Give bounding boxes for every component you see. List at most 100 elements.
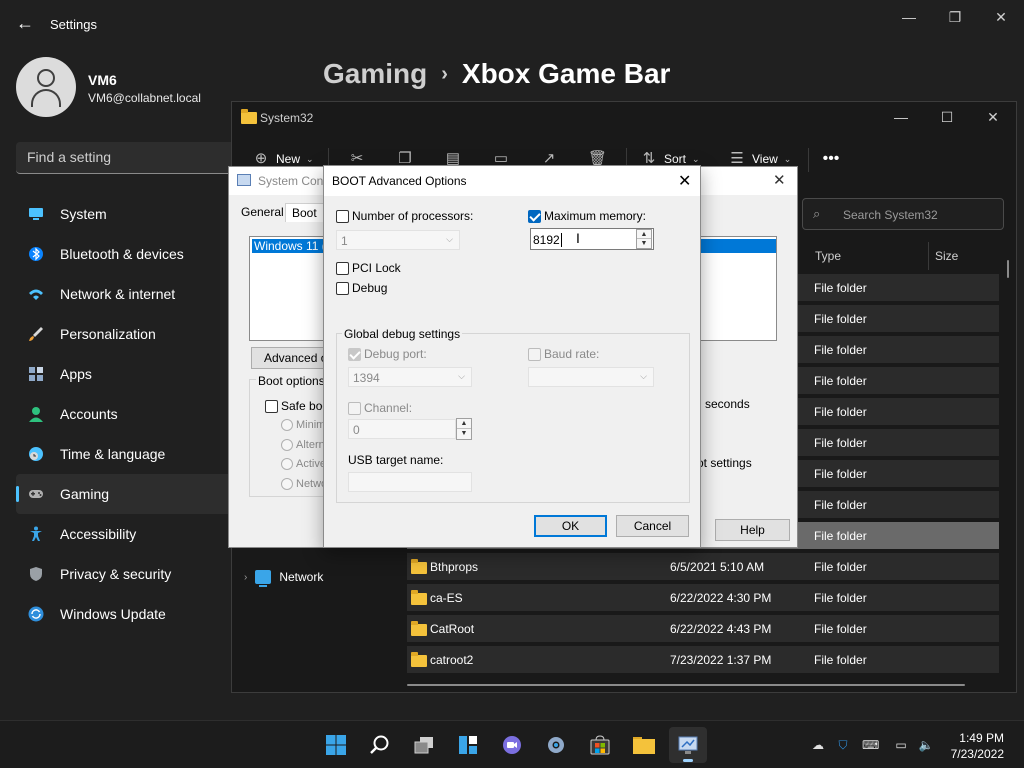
start-button[interactable]	[317, 727, 355, 763]
avatar[interactable]	[16, 57, 76, 117]
nav-label: Gaming	[60, 486, 110, 502]
column-header-size[interactable]: Size	[935, 249, 958, 263]
global-debug-label: Global debug settings	[342, 327, 463, 341]
chevron-down-icon: ⌄	[783, 153, 792, 164]
more-dots-icon: •••	[822, 150, 840, 167]
advanced-options-button[interactable]: Advanced op	[251, 347, 325, 369]
usb-target-input[interactable]	[348, 472, 472, 492]
file-date: 6/5/2021 5:10 AM	[670, 560, 765, 574]
minimize-icon[interactable]: —	[897, 8, 921, 26]
spinner-down-icon[interactable]: ▼	[457, 429, 471, 439]
chevron-down-icon: ⌵	[446, 234, 453, 244]
channel-spinner[interactable]: ▲ ▼	[456, 418, 472, 440]
max-memory-spinner[interactable]: ▲ ▼	[636, 229, 652, 249]
channel-checkbox[interactable]: Channel:	[348, 401, 412, 415]
nav-item-windows-update[interactable]: Windows Update	[16, 594, 236, 634]
debug-checkbox[interactable]: Debug	[336, 281, 387, 295]
sidebar-item-network[interactable]: › Network	[244, 570, 323, 587]
channel-input[interactable]: 0	[348, 419, 456, 439]
radio-alternate[interactable]: Altern	[281, 439, 325, 451]
monitor-icon	[29, 208, 43, 220]
network-wired-icon[interactable]: ▭	[893, 737, 909, 753]
more-options-button[interactable]: •••	[822, 150, 840, 168]
sysconfig-title: System Conf	[258, 174, 327, 188]
debug-port-select[interactable]: 1394 ⌵	[348, 367, 472, 387]
os-list-right[interactable]	[697, 236, 777, 341]
file-row[interactable]: Bthprops 6/5/2021 5:10 AM File folder	[407, 553, 999, 580]
file-row[interactable]: CatRoot 6/22/2022 4:43 PM File folder	[407, 615, 999, 642]
nav-item-accounts[interactable]: Accounts	[16, 394, 236, 434]
volume-icon[interactable]: 🔈	[918, 737, 934, 753]
security-shield-icon[interactable]: ⛉	[835, 737, 851, 753]
taskbar-search-button[interactable]	[361, 727, 399, 763]
file-explorer-taskbar-button[interactable]	[625, 727, 663, 763]
apps-icon	[29, 367, 43, 381]
file-type: File folder	[814, 653, 867, 667]
nav-item-apps[interactable]: Apps	[16, 354, 236, 394]
nav-item-gaming[interactable]: Gaming	[16, 474, 236, 514]
number-of-processors-checkbox[interactable]: Number of processors:	[336, 209, 473, 223]
chevron-right-icon[interactable]: ›	[244, 572, 247, 583]
maximize-icon[interactable]: ☐	[936, 108, 958, 126]
nav-item-time-language[interactable]: Time & language	[16, 434, 236, 474]
close-icon[interactable]: ✕	[989, 8, 1013, 26]
file-row[interactable]: catroot2 7/23/2022 1:37 PM File folder	[407, 646, 999, 673]
breadcrumb-parent[interactable]: Gaming	[323, 58, 427, 89]
tab-general[interactable]: General	[241, 205, 284, 219]
spinner-down-icon[interactable]: ▼	[637, 239, 651, 248]
radio-active-directory[interactable]: Active	[281, 458, 326, 470]
channel-label: Channel:	[364, 401, 413, 415]
file-type: File folder	[814, 622, 867, 636]
column-header-type[interactable]: Type	[815, 249, 841, 263]
radio-network[interactable]: Netwo	[281, 478, 327, 490]
cancel-button[interactable]: Cancel	[616, 515, 689, 537]
spinner-up-icon[interactable]: ▲	[637, 230, 651, 239]
keyboard-icon[interactable]: ⌨	[862, 737, 879, 753]
nav-item-system[interactable]: System	[16, 194, 236, 234]
checkbox-icon	[336, 261, 349, 275]
task-view-button[interactable]	[405, 727, 443, 763]
nav-item-privacy[interactable]: Privacy & security	[16, 554, 236, 594]
file-row[interactable]: ca-ES 6/22/2022 4:30 PM File folder	[407, 584, 999, 611]
safe-boot-checkbox[interactable]: Safe boo	[265, 399, 329, 413]
baud-rate-select[interactable]: ⌵	[528, 367, 654, 387]
os-entry[interactable]: Windows 11 (C	[252, 239, 326, 253]
help-button[interactable]: Help	[715, 519, 790, 541]
pci-lock-checkbox[interactable]: PCI Lock	[336, 261, 401, 275]
store-button[interactable]	[581, 727, 619, 763]
find-setting-box[interactable]	[16, 142, 256, 174]
nav-item-bluetooth[interactable]: Bluetooth & devices	[16, 234, 236, 274]
nav-item-accessibility[interactable]: Accessibility	[16, 514, 236, 554]
os-list[interactable]: Windows 11 (C	[249, 236, 326, 341]
nav-item-network[interactable]: Network & internet	[16, 274, 236, 314]
horizontal-scrollbar[interactable]	[407, 684, 965, 686]
back-arrow-icon[interactable]: ←	[14, 12, 36, 34]
spinner-up-icon[interactable]: ▲	[457, 419, 471, 429]
checkbox-icon	[528, 347, 541, 361]
find-setting-input[interactable]	[27, 149, 227, 165]
close-icon[interactable]: ✕	[773, 171, 786, 189]
baud-rate-checkbox[interactable]: Baud rate:	[528, 347, 599, 361]
search-icon	[370, 735, 389, 754]
search-system32-box[interactable]: ⌕ Search System32	[802, 198, 1004, 230]
widgets-button[interactable]	[449, 727, 487, 763]
settings-app-button[interactable]	[537, 727, 575, 763]
debug-port-checkbox[interactable]: Debug port:	[348, 347, 427, 361]
maximum-memory-checkbox[interactable]: Maximum memory:	[528, 209, 646, 223]
msconfig-taskbar-button[interactable]	[669, 727, 707, 763]
checkbox-icon	[336, 281, 349, 295]
chevron-down-icon: ⌄	[306, 153, 314, 164]
minimize-icon[interactable]: —	[890, 108, 912, 126]
system-clock[interactable]: 1:49 PM 7/23/2022	[951, 730, 1004, 762]
ok-button[interactable]: OK	[534, 515, 607, 537]
nav-label: Windows Update	[60, 606, 166, 622]
cloud-offline-icon[interactable]: ☁	[810, 737, 826, 753]
close-icon[interactable]: ✕	[678, 171, 691, 191]
nav-item-personalization[interactable]: Personalization	[16, 314, 236, 354]
restore-icon[interactable]: ❐	[943, 8, 967, 26]
chat-button[interactable]	[493, 727, 531, 763]
close-icon[interactable]: ✕	[982, 108, 1004, 126]
tab-boot[interactable]: Boot	[285, 203, 324, 222]
processors-select[interactable]: 1 ⌵	[336, 230, 460, 250]
vertical-scrollbar[interactable]	[1007, 260, 1009, 278]
